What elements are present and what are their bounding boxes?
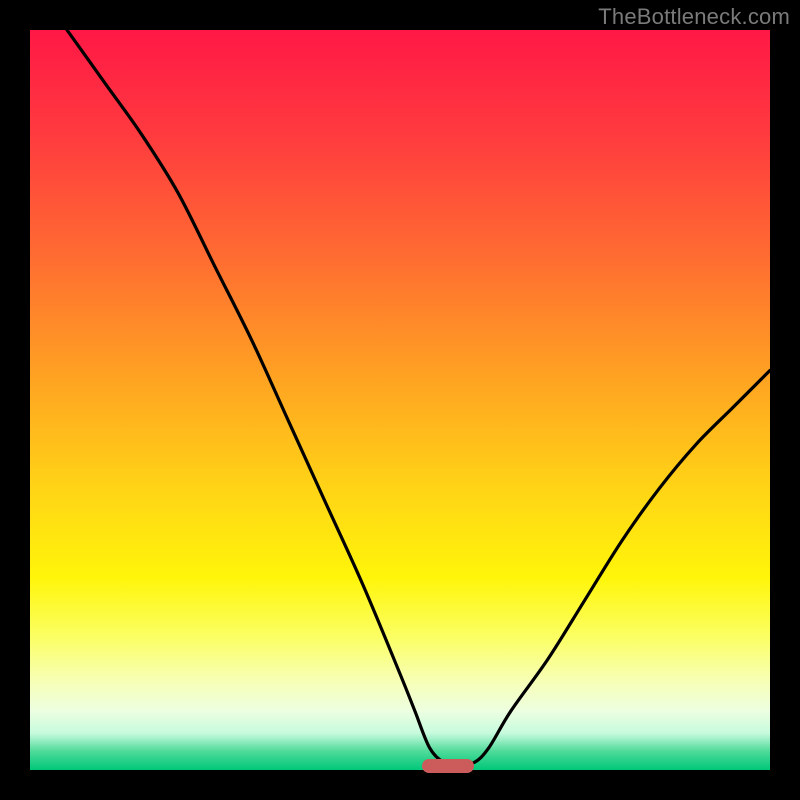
optimal-range-marker [422, 759, 474, 773]
chart-frame: TheBottleneck.com [0, 0, 800, 800]
plot-area [30, 30, 770, 770]
bottleneck-curve [30, 30, 770, 770]
attribution-label: TheBottleneck.com [598, 4, 790, 30]
